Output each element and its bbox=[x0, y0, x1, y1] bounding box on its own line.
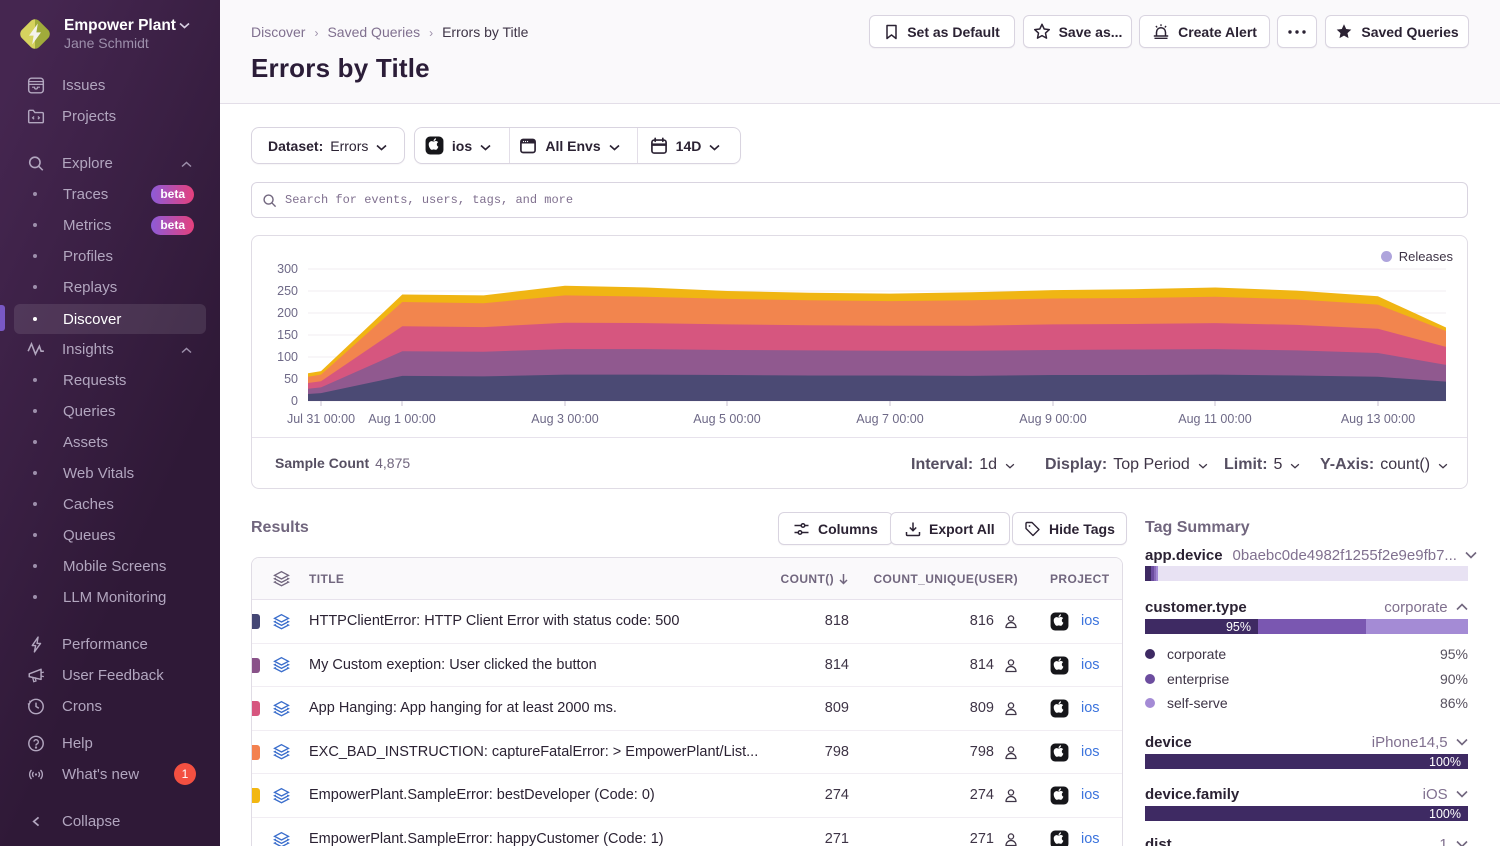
svg-text:200: 200 bbox=[277, 306, 298, 320]
svg-text:Aug 7 00:00: Aug 7 00:00 bbox=[856, 412, 923, 426]
svg-text:50: 50 bbox=[284, 372, 298, 386]
svg-text:100: 100 bbox=[277, 350, 298, 364]
svg-text:Aug 13 00:00: Aug 13 00:00 bbox=[1341, 412, 1415, 426]
svg-text:300: 300 bbox=[277, 262, 298, 276]
svg-text:Aug 5 00:00: Aug 5 00:00 bbox=[693, 412, 760, 426]
svg-text:Aug 3 00:00: Aug 3 00:00 bbox=[531, 412, 598, 426]
svg-text:150: 150 bbox=[277, 328, 298, 342]
svg-text:Aug 1 00:00: Aug 1 00:00 bbox=[368, 412, 435, 426]
svg-text:Aug 9 00:00: Aug 9 00:00 bbox=[1019, 412, 1086, 426]
svg-text:0: 0 bbox=[291, 394, 298, 408]
svg-text:250: 250 bbox=[277, 284, 298, 298]
svg-text:Jul 31 00:00: Jul 31 00:00 bbox=[287, 412, 355, 426]
svg-text:Aug 11 00:00: Aug 11 00:00 bbox=[1178, 412, 1251, 426]
